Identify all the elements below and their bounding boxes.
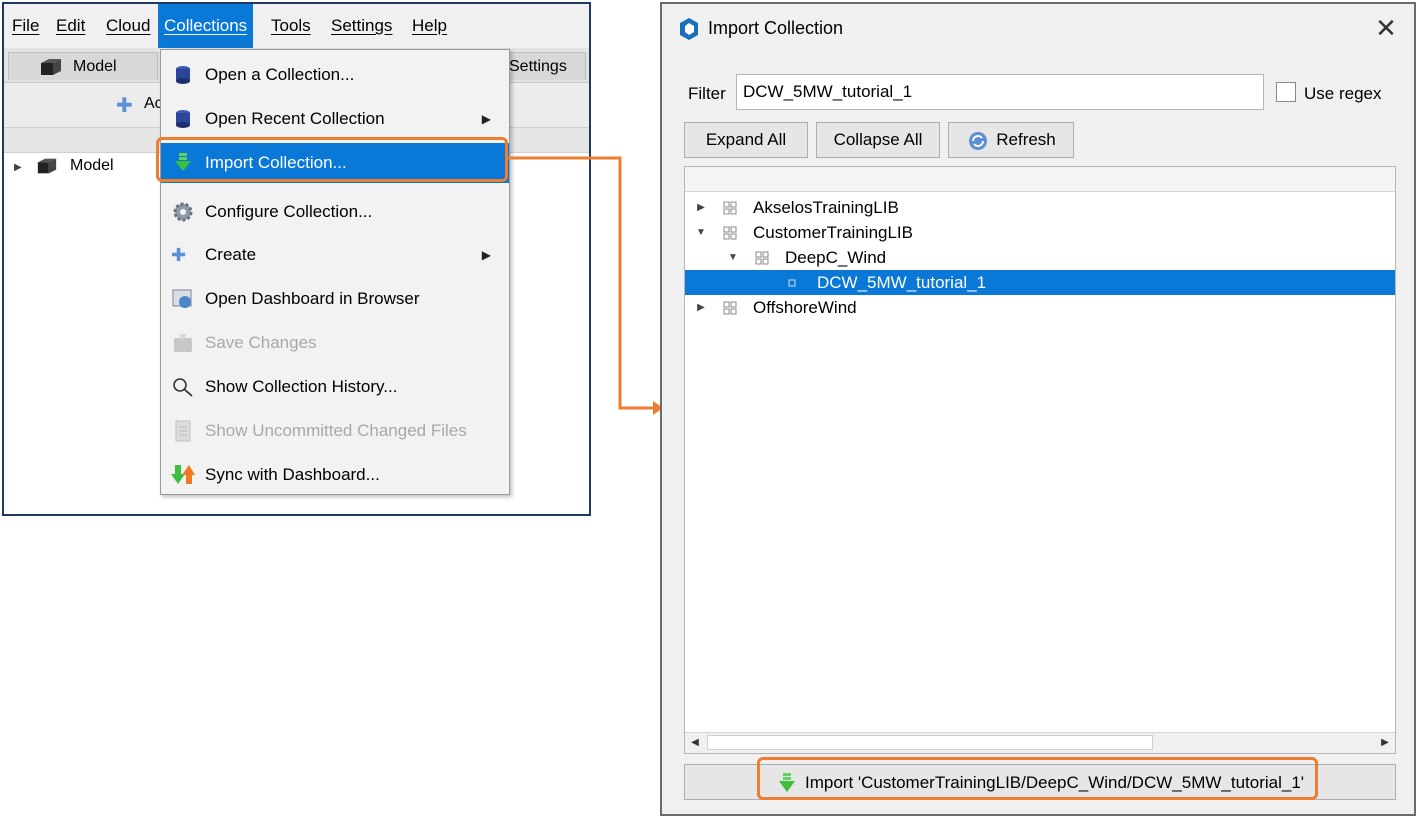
menu-cloud[interactable]: Cloud bbox=[100, 4, 156, 48]
menu-help[interactable]: Help bbox=[406, 4, 453, 48]
menu-item-label: Show Uncommitted Changed Files bbox=[205, 421, 467, 440]
tree-row-label: OffshoreWind bbox=[753, 298, 857, 317]
library-grid-icon bbox=[723, 226, 737, 240]
expanded-arrow-icon[interactable]: ▼ bbox=[695, 220, 707, 245]
use-regex-label: Use regex bbox=[1304, 84, 1382, 103]
filter-label: Filter bbox=[688, 84, 726, 103]
submenu-arrow-icon: ▶ bbox=[481, 112, 491, 126]
dialog-title: Import Collection bbox=[708, 18, 844, 38]
expand-all-button[interactable]: Expand All bbox=[684, 122, 808, 158]
horizontal-scrollbar[interactable]: ◀ ▶ bbox=[685, 732, 1395, 753]
library-grid-icon bbox=[723, 301, 737, 315]
tree-row[interactable]: ▶ OffshoreWind bbox=[685, 295, 1395, 320]
save-icon bbox=[174, 334, 192, 352]
menu-item-sync-dashboard[interactable]: Sync with Dashboard... bbox=[161, 455, 509, 495]
tree-row-label: DCW_5MW_tutorial_1 bbox=[817, 273, 987, 292]
open-collection-icon bbox=[176, 66, 190, 84]
tree-row-model[interactable]: ▶ Model bbox=[14, 154, 114, 178]
tree-row[interactable]: ▼ CustomerTrainingLIB bbox=[685, 220, 1395, 245]
file-icon bbox=[175, 420, 191, 442]
collections-dropdown-menu: Open a Collection... Open Recent Collect… bbox=[160, 49, 510, 495]
collection-tree: ▶ AkselosTrainingLIB ▼ CustomerTrainingL… bbox=[684, 166, 1396, 754]
refresh-button[interactable]: Refresh bbox=[948, 122, 1074, 158]
menu-item-label: Save Changes bbox=[205, 333, 317, 352]
menu-item-show-history[interactable]: Show Collection History... bbox=[161, 367, 509, 407]
scroll-left-icon[interactable]: ◀ bbox=[686, 734, 704, 752]
recent-collection-icon bbox=[176, 110, 190, 128]
refresh-icon bbox=[969, 132, 987, 150]
menu-item-label: Sync with Dashboard... bbox=[205, 465, 380, 484]
menu-item-open-recent-collection[interactable]: Open Recent Collection ▶ bbox=[161, 99, 509, 139]
menu-collections[interactable]: Collections bbox=[158, 4, 254, 48]
sync-icon bbox=[171, 465, 195, 484]
expand-arrow-icon[interactable]: ▶ bbox=[14, 162, 22, 173]
menu-item-label: Configure Collection... bbox=[205, 202, 373, 221]
library-grid-icon bbox=[755, 251, 769, 265]
model-cube-icon bbox=[37, 158, 57, 174]
tab-settings[interactable]: Settings bbox=[504, 52, 586, 80]
collapsed-arrow-icon[interactable]: ▶ bbox=[695, 195, 707, 220]
gear-icon bbox=[173, 202, 193, 222]
library-grid-icon bbox=[723, 201, 737, 215]
menu-tools[interactable]: Tools bbox=[265, 4, 317, 48]
menu-item-open-dashboard[interactable]: Open Dashboard in Browser bbox=[161, 279, 509, 319]
tree-column-header bbox=[685, 167, 1395, 192]
menu-item-label: Open Dashboard in Browser bbox=[205, 289, 420, 308]
menu-item-create[interactable]: ✚ Create ▶ bbox=[161, 235, 509, 275]
filter-input[interactable] bbox=[736, 74, 1264, 110]
tab-settings-label: Settings bbox=[509, 58, 567, 75]
menu-file[interactable]: File bbox=[6, 4, 45, 48]
model-cube-icon bbox=[41, 59, 61, 75]
app-logo-icon bbox=[680, 18, 698, 40]
use-regex-checkbox[interactable] bbox=[1276, 82, 1296, 102]
tree-row-selected[interactable]: DCW_5MW_tutorial_1 bbox=[685, 270, 1395, 295]
menu-item-configure-collection[interactable]: Configure Collection... bbox=[161, 192, 509, 232]
tree-row-label: AkselosTrainingLIB bbox=[753, 198, 899, 217]
menu-bar: File Edit Cloud Collections Tools Settin… bbox=[4, 4, 589, 48]
menu-item-label: Open a Collection... bbox=[205, 65, 355, 84]
menu-item-open-collection[interactable]: Open a Collection... bbox=[161, 55, 509, 95]
menu-settings[interactable]: Settings bbox=[325, 4, 398, 48]
menu-item-label: Show Collection History... bbox=[205, 377, 398, 396]
add-plus-icon[interactable]: ✚ bbox=[116, 93, 133, 118]
import-button-callout bbox=[757, 757, 1318, 800]
refresh-label: Refresh bbox=[996, 130, 1056, 149]
scrollbar-thumb[interactable] bbox=[707, 735, 1153, 750]
item-square-icon bbox=[788, 279, 796, 287]
connector-arrow-icon bbox=[508, 156, 663, 415]
menu-item-label: Create bbox=[205, 245, 257, 264]
collapse-all-button[interactable]: Collapse All bbox=[816, 122, 940, 158]
tree-row-label: DeepC_Wind bbox=[785, 248, 887, 267]
application-window: File Edit Cloud Collections Tools Settin… bbox=[2, 2, 591, 516]
close-icon[interactable]: ✕ bbox=[1370, 12, 1402, 44]
expanded-arrow-icon[interactable]: ▼ bbox=[727, 245, 739, 270]
menu-edit[interactable]: Edit bbox=[50, 4, 91, 48]
tab-model-label: Model bbox=[73, 58, 117, 75]
import-menu-callout bbox=[156, 137, 508, 182]
import-collection-dialog: Import Collection ✕ Filter Use regex Exp… bbox=[660, 2, 1416, 816]
tree-row-label: CustomerTrainingLIB bbox=[753, 223, 913, 242]
menu-item-show-uncommitted: Show Uncommitted Changed Files bbox=[161, 411, 509, 451]
tab-model[interactable]: Model bbox=[8, 52, 158, 80]
menu-item-label: Open Recent Collection bbox=[205, 109, 385, 128]
tree-root-label: Model bbox=[70, 157, 114, 174]
menu-item-save-changes: Save Changes bbox=[161, 323, 509, 363]
magnifier-icon bbox=[173, 378, 193, 397]
plus-icon: ✚ bbox=[171, 245, 187, 265]
browser-icon bbox=[172, 289, 192, 308]
collapsed-arrow-icon[interactable]: ▶ bbox=[695, 295, 707, 320]
scroll-right-icon[interactable]: ▶ bbox=[1376, 734, 1394, 752]
tree-row[interactable]: ▼ DeepC_Wind bbox=[685, 245, 1395, 270]
submenu-arrow-icon: ▶ bbox=[481, 248, 491, 262]
tree-row[interactable]: ▶ AkselosTrainingLIB bbox=[685, 195, 1395, 220]
